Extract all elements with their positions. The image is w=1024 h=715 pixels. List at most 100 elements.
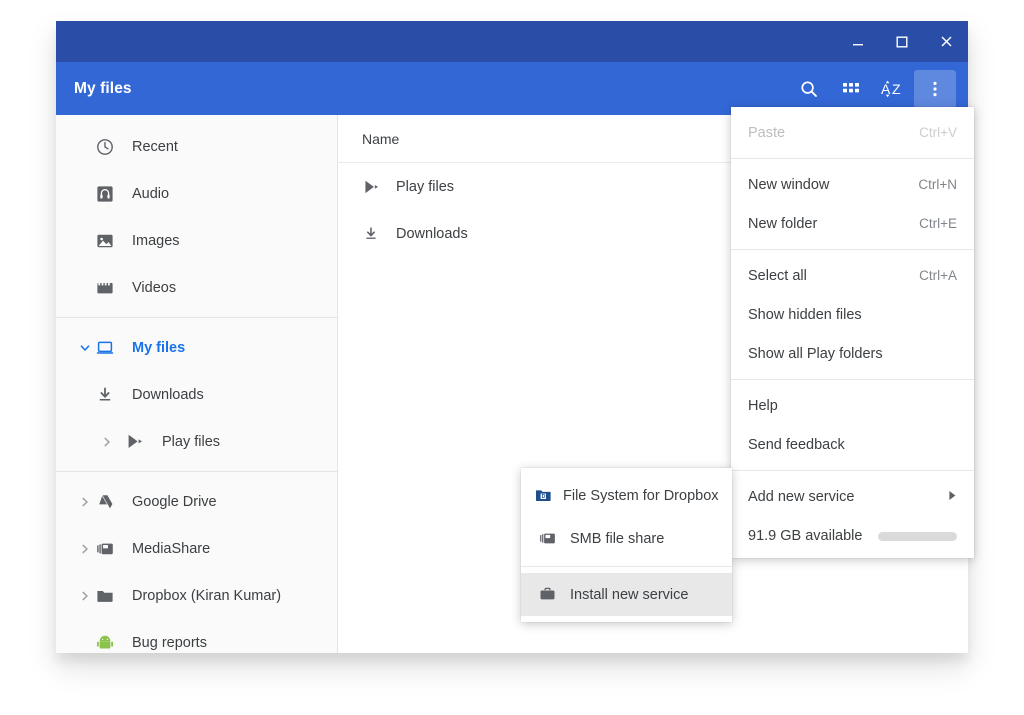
menu-item-label: Show hidden files — [748, 306, 862, 323]
menu-item-add-new-service[interactable]: Add new service — [731, 477, 974, 516]
menu-item-shortcut: Ctrl+N — [918, 177, 957, 192]
minimize-button[interactable] — [836, 21, 880, 62]
submenu-item-file-system-for-dropbox[interactable]: D File System for Dropbox — [521, 474, 732, 517]
menu-item-help[interactable]: Help — [731, 386, 974, 425]
submenu-item-install-new-service[interactable]: Install new service — [521, 573, 732, 616]
menu-item-label: New window — [748, 176, 830, 193]
sort-az-icon: A Z — [881, 80, 901, 97]
chevron-right-icon[interactable] — [96, 436, 118, 448]
menu-item-label: Help — [748, 397, 778, 414]
download-icon — [96, 386, 122, 404]
audio-icon — [96, 185, 122, 203]
submenu-item-smb-file-share[interactable]: SMB file share — [521, 517, 732, 560]
toolbar: A Z — [788, 69, 968, 108]
laptop-icon — [96, 339, 122, 357]
svg-text:A: A — [881, 81, 891, 97]
sidebar-item-label: Recent — [132, 138, 178, 155]
sidebar-item-label: Bug reports — [132, 634, 207, 651]
sidebar-item-audio[interactable]: Audio — [56, 170, 337, 217]
media-share-icon — [96, 540, 122, 558]
submenu-item-label: File System for Dropbox — [563, 487, 719, 504]
play-store-icon — [126, 433, 152, 450]
menu-divider — [731, 158, 974, 159]
sidebar-item-recent[interactable]: Recent — [56, 123, 337, 170]
play-store-icon — [360, 179, 382, 195]
menu-divider — [731, 470, 974, 471]
close-icon — [940, 36, 952, 47]
search-icon — [801, 80, 817, 97]
sidebar-item-downloads[interactable]: Downloads — [56, 371, 337, 418]
folder-icon — [96, 587, 122, 605]
storage-progress-bar — [878, 531, 957, 541]
svg-text:Z: Z — [892, 81, 901, 97]
image-icon — [96, 232, 122, 250]
sidebar-item-bug-reports[interactable]: Bug reports — [56, 619, 337, 666]
menu-item-select-all[interactable]: Select all Ctrl+A — [731, 256, 974, 295]
menu-item-shortcut: Ctrl+V — [919, 125, 957, 140]
more-menu-button[interactable] — [914, 69, 956, 108]
sidebar-group-shortcuts: Recent Audio Images Videos — [56, 123, 337, 311]
sidebar-group-myfiles: My files Downloads Play files — [56, 324, 337, 465]
chevron-right-icon[interactable] — [74, 543, 96, 555]
sidebar-group-services: Google Drive MediaShare Dropbox (Kiran K… — [56, 478, 337, 666]
sidebar: Recent Audio Images Videos My files Down… — [56, 115, 338, 653]
minimize-icon — [853, 43, 863, 45]
submenu-divider — [521, 566, 732, 567]
screen: My files A Z Recent Audio Images Videos … — [0, 0, 1024, 715]
sidebar-item-label: Downloads — [132, 386, 204, 403]
grid-view-button[interactable] — [830, 70, 872, 108]
chevron-right-icon[interactable] — [74, 590, 96, 602]
chevron-right-icon[interactable] — [74, 496, 96, 508]
download-icon — [360, 226, 382, 242]
menu-item-send-feedback[interactable]: Send feedback — [731, 425, 974, 464]
sidebar-item-label: Dropbox (Kiran Kumar) — [132, 587, 282, 604]
maximize-icon — [896, 36, 908, 48]
sidebar-item-my-files[interactable]: My files — [56, 324, 337, 371]
sidebar-divider — [56, 471, 337, 472]
dropbox-folder-icon: D — [535, 487, 552, 504]
sidebar-item-google-drive[interactable]: Google Drive — [56, 478, 337, 525]
video-icon — [96, 279, 122, 297]
menu-item-new-window[interactable]: New window Ctrl+N — [731, 165, 974, 204]
smb-share-icon — [535, 530, 559, 547]
sidebar-item-mediashare[interactable]: MediaShare — [56, 525, 337, 572]
sort-az-button[interactable]: A Z — [872, 70, 914, 108]
menu-item-label: Select all — [748, 267, 807, 284]
sidebar-item-label: Videos — [132, 279, 177, 296]
sidebar-item-dropbox[interactable]: Dropbox (Kiran Kumar) — [56, 572, 337, 619]
menu-item-label: New folder — [748, 215, 818, 232]
menu-item-new-folder[interactable]: New folder Ctrl+E — [731, 204, 974, 243]
storage-status: 91.9 GB available — [731, 516, 974, 556]
close-button[interactable] — [924, 21, 968, 62]
sidebar-item-label: Google Drive — [132, 493, 217, 510]
briefcase-icon — [535, 586, 559, 603]
sidebar-item-play-files[interactable]: Play files — [56, 418, 337, 465]
clock-icon — [96, 138, 122, 156]
menu-item-show-all-play-folders[interactable]: Show all Play folders — [731, 334, 974, 373]
sidebar-item-videos[interactable]: Videos — [56, 264, 337, 311]
menu-item-label: Paste — [748, 124, 786, 141]
grid-view-icon — [843, 82, 859, 92]
menu-item-paste[interactable]: Paste Ctrl+V — [731, 113, 974, 152]
menu-item-shortcut: Ctrl+E — [919, 216, 957, 231]
menu-item-label: Add new service — [748, 488, 855, 505]
menu-item-shortcut: Ctrl+A — [919, 268, 957, 283]
sidebar-item-label: Audio — [132, 185, 170, 202]
maximize-button[interactable] — [880, 21, 924, 62]
add-new-service-submenu: D File System for Dropbox SMB file share — [521, 468, 732, 622]
page-title: My files — [74, 79, 132, 97]
sidebar-divider — [56, 317, 337, 318]
storage-label: 91.9 GB available — [748, 528, 863, 544]
sidebar-item-label: MediaShare — [132, 540, 211, 557]
menu-divider — [731, 249, 974, 250]
menu-item-label: Send feedback — [748, 436, 845, 453]
sidebar-item-images[interactable]: Images — [56, 217, 337, 264]
search-button[interactable] — [788, 70, 830, 108]
overflow-menu: Paste Ctrl+V New window Ctrl+N New folde… — [731, 107, 974, 558]
sidebar-item-label: Images — [132, 232, 180, 249]
menu-item-show-hidden-files[interactable]: Show hidden files — [731, 295, 974, 334]
menu-item-label: Show all Play folders — [748, 345, 883, 362]
chevron-down-icon[interactable] — [74, 342, 96, 354]
submenu-item-label: SMB file share — [570, 530, 665, 547]
menu-divider — [731, 379, 974, 380]
